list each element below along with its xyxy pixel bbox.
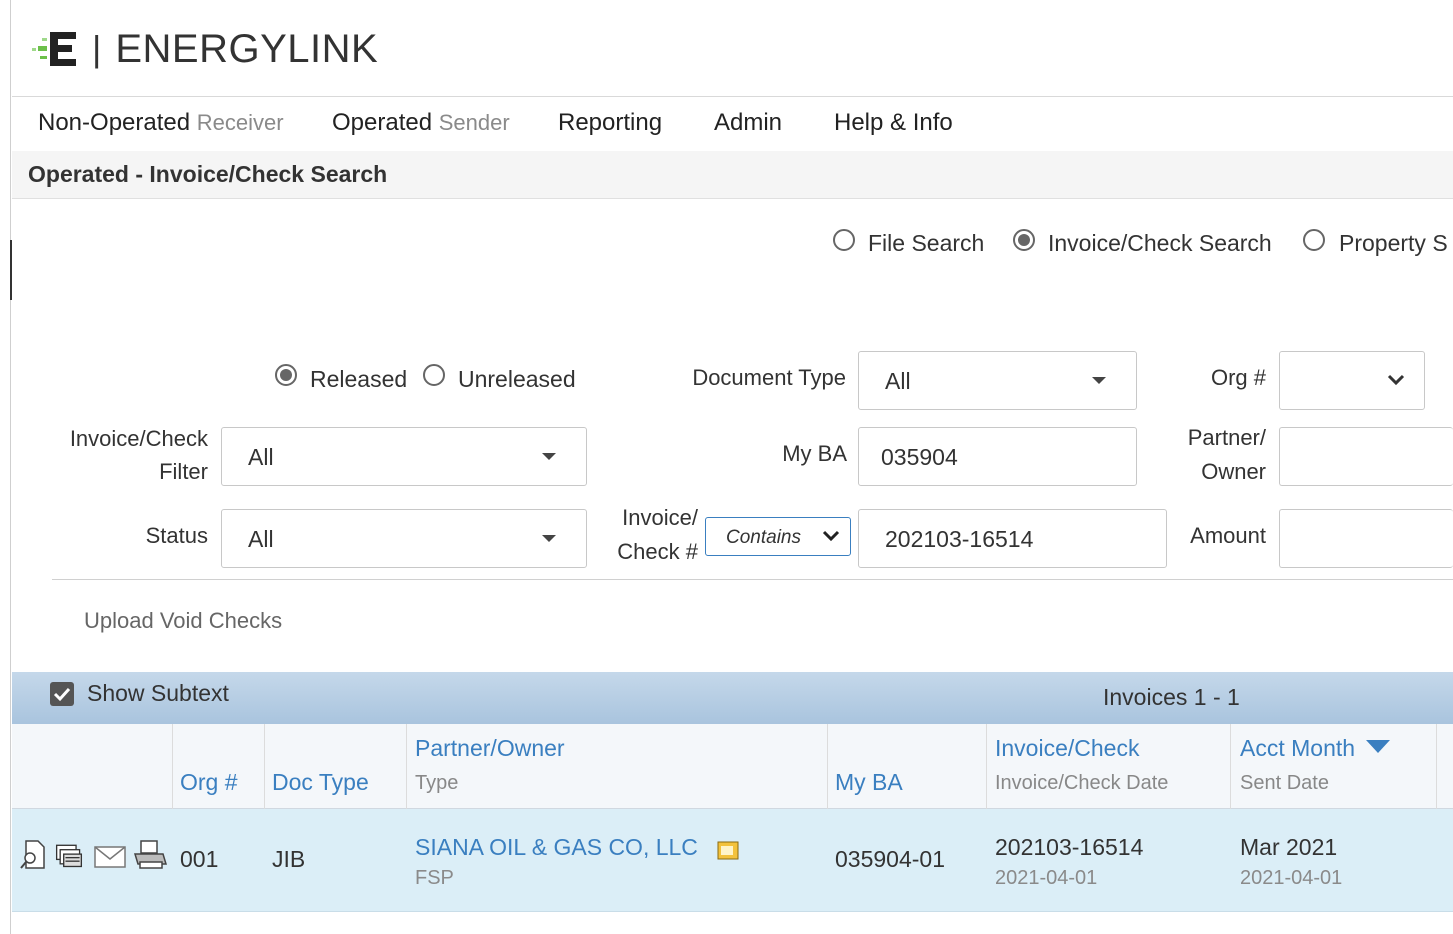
filter-divider xyxy=(52,579,1453,580)
invoice-number-label-2: Check # xyxy=(617,539,698,564)
left-edge-mark xyxy=(10,240,12,300)
upload-void-checks-link[interactable]: Upload Void Checks xyxy=(84,608,282,634)
chevron-down-icon xyxy=(822,530,840,542)
nav-reporting[interactable]: Reporting xyxy=(558,109,662,137)
cell-invoice-date: 2021-04-01 xyxy=(995,867,1098,889)
brand[interactable]: | ENERGYLINK xyxy=(30,26,378,72)
amount-label: Amount xyxy=(1190,523,1266,548)
main-nav: Non-Operated Receiver Operated Sender Re… xyxy=(12,96,1453,152)
nav-admin[interactable]: Admin xyxy=(714,109,782,137)
brand-name: ENERGYLINK xyxy=(115,26,379,71)
invoice-filter-value: All xyxy=(248,444,274,470)
property-search-label[interactable]: Property S xyxy=(1339,230,1448,257)
col-header-partner-type[interactable]: Type xyxy=(415,772,458,795)
document-type-label: Document Type xyxy=(692,365,846,390)
my-ba-input[interactable]: 035904 xyxy=(858,427,1137,486)
partner-owner-label-1: Partner/ xyxy=(1187,425,1266,450)
brand-separator: | xyxy=(92,28,102,69)
dropdown-caret-icon xyxy=(542,535,556,542)
col-header-invoice-check[interactable]: Invoice/Check xyxy=(995,735,1139,762)
invoice-check-search-radio[interactable] xyxy=(1013,229,1035,251)
col-header-invoice-date[interactable]: Invoice/Check Date xyxy=(995,772,1168,795)
page-title: Operated - Invoice/Check Search xyxy=(28,161,388,187)
match-mode-value: Contains xyxy=(726,527,801,548)
email-envelope-icon[interactable] xyxy=(93,838,127,872)
nav-help-info[interactable]: Help & Info xyxy=(834,109,953,137)
dropdown-caret-icon xyxy=(1092,377,1106,384)
nav-operated-label: Operated xyxy=(332,109,433,136)
col-header-partner-owner[interactable]: Partner/Owner xyxy=(415,735,565,762)
col-header-sent-date[interactable]: Sent Date xyxy=(1240,772,1329,795)
invoice-count: Invoices 1 - 1 xyxy=(1103,684,1240,710)
cell-org: 001 xyxy=(180,846,219,872)
document-type-value: All xyxy=(885,368,911,394)
sort-descending-icon[interactable] xyxy=(1366,740,1390,754)
unreleased-label[interactable]: Unreleased xyxy=(458,366,576,393)
status-label: Status xyxy=(145,523,208,548)
released-label[interactable]: Released xyxy=(310,366,407,393)
breadcrumb: Operated - Invoice/Check Search xyxy=(12,151,1453,199)
note-icon[interactable] xyxy=(717,839,739,861)
cell-acct-month: Mar 2021 xyxy=(1240,834,1338,860)
documents-stack-icon[interactable] xyxy=(54,838,84,872)
property-search-radio[interactable] xyxy=(1303,229,1325,251)
cell-doc-type: JIB xyxy=(272,846,306,872)
file-search-radio[interactable] xyxy=(833,229,855,251)
invoice-filter-label-1: Invoice/Check xyxy=(69,426,208,451)
grid-column-headers xyxy=(12,724,1453,809)
cell-my-ba: 035904-01 xyxy=(835,846,945,872)
checkmark-icon xyxy=(53,687,71,702)
left-border xyxy=(10,0,11,934)
org-label: Org # xyxy=(1210,365,1266,390)
chevron-down-icon xyxy=(1387,374,1405,386)
amount-input[interactable] xyxy=(1279,509,1453,568)
cell-partner-link[interactable]: SIANA OIL & GAS CO, LLC xyxy=(415,834,698,861)
print-icon[interactable] xyxy=(132,838,168,872)
cell-invoice-check[interactable]: 202103-16514 xyxy=(995,834,1143,861)
status-select[interactable]: All xyxy=(221,509,587,568)
invoice-number-value: 202103-16514 xyxy=(885,526,1034,552)
document-type-select[interactable]: All xyxy=(858,351,1137,410)
invoice-number-input[interactable]: 202103-16514 xyxy=(858,509,1167,568)
invoice-check-search-label[interactable]: Invoice/Check Search xyxy=(1048,230,1272,257)
released-radio[interactable] xyxy=(275,364,297,386)
view-document-icon[interactable] xyxy=(18,838,48,872)
match-mode-select[interactable]: Contains xyxy=(705,517,851,556)
partner-owner-label-2: Owner xyxy=(1201,459,1266,484)
dropdown-caret-icon xyxy=(542,453,556,460)
invoice-number-label-1: Invoice/ xyxy=(622,505,698,530)
partner-owner-input[interactable] xyxy=(1279,427,1453,486)
show-subtext-checkbox[interactable] xyxy=(50,682,74,706)
cell-partner-type: FSP xyxy=(415,867,454,889)
my-ba-label: My BA xyxy=(782,441,847,466)
invoice-filter-label-2: Filter xyxy=(159,459,208,484)
col-header-acct-month[interactable]: Acct Month xyxy=(1240,735,1355,762)
invoice-filter-select[interactable]: All xyxy=(221,427,587,486)
org-select[interactable] xyxy=(1279,351,1425,410)
col-header-doc-type[interactable]: Doc Type xyxy=(272,769,369,796)
status-value: All xyxy=(248,526,274,552)
file-search-label[interactable]: File Search xyxy=(868,230,984,257)
show-subtext-label[interactable]: Show Subtext xyxy=(87,680,229,707)
col-header-my-ba[interactable]: My BA xyxy=(835,769,903,796)
row-bottom-border xyxy=(12,911,1453,912)
col-header-org[interactable]: Org # xyxy=(180,769,238,796)
nav-non-operated[interactable]: Non-Operated Receiver xyxy=(38,109,284,137)
energylink-logo-icon xyxy=(32,32,76,66)
unreleased-radio[interactable] xyxy=(423,364,445,386)
nav-non-operated-label: Non-Operated xyxy=(38,109,191,136)
nav-operated[interactable]: Operated Sender xyxy=(332,109,510,137)
nav-operated-sub: Sender xyxy=(438,110,510,135)
cell-sent-date: 2021-04-01 xyxy=(1240,867,1343,889)
my-ba-value: 035904 xyxy=(881,444,958,470)
nav-non-operated-sub: Receiver xyxy=(196,110,284,135)
